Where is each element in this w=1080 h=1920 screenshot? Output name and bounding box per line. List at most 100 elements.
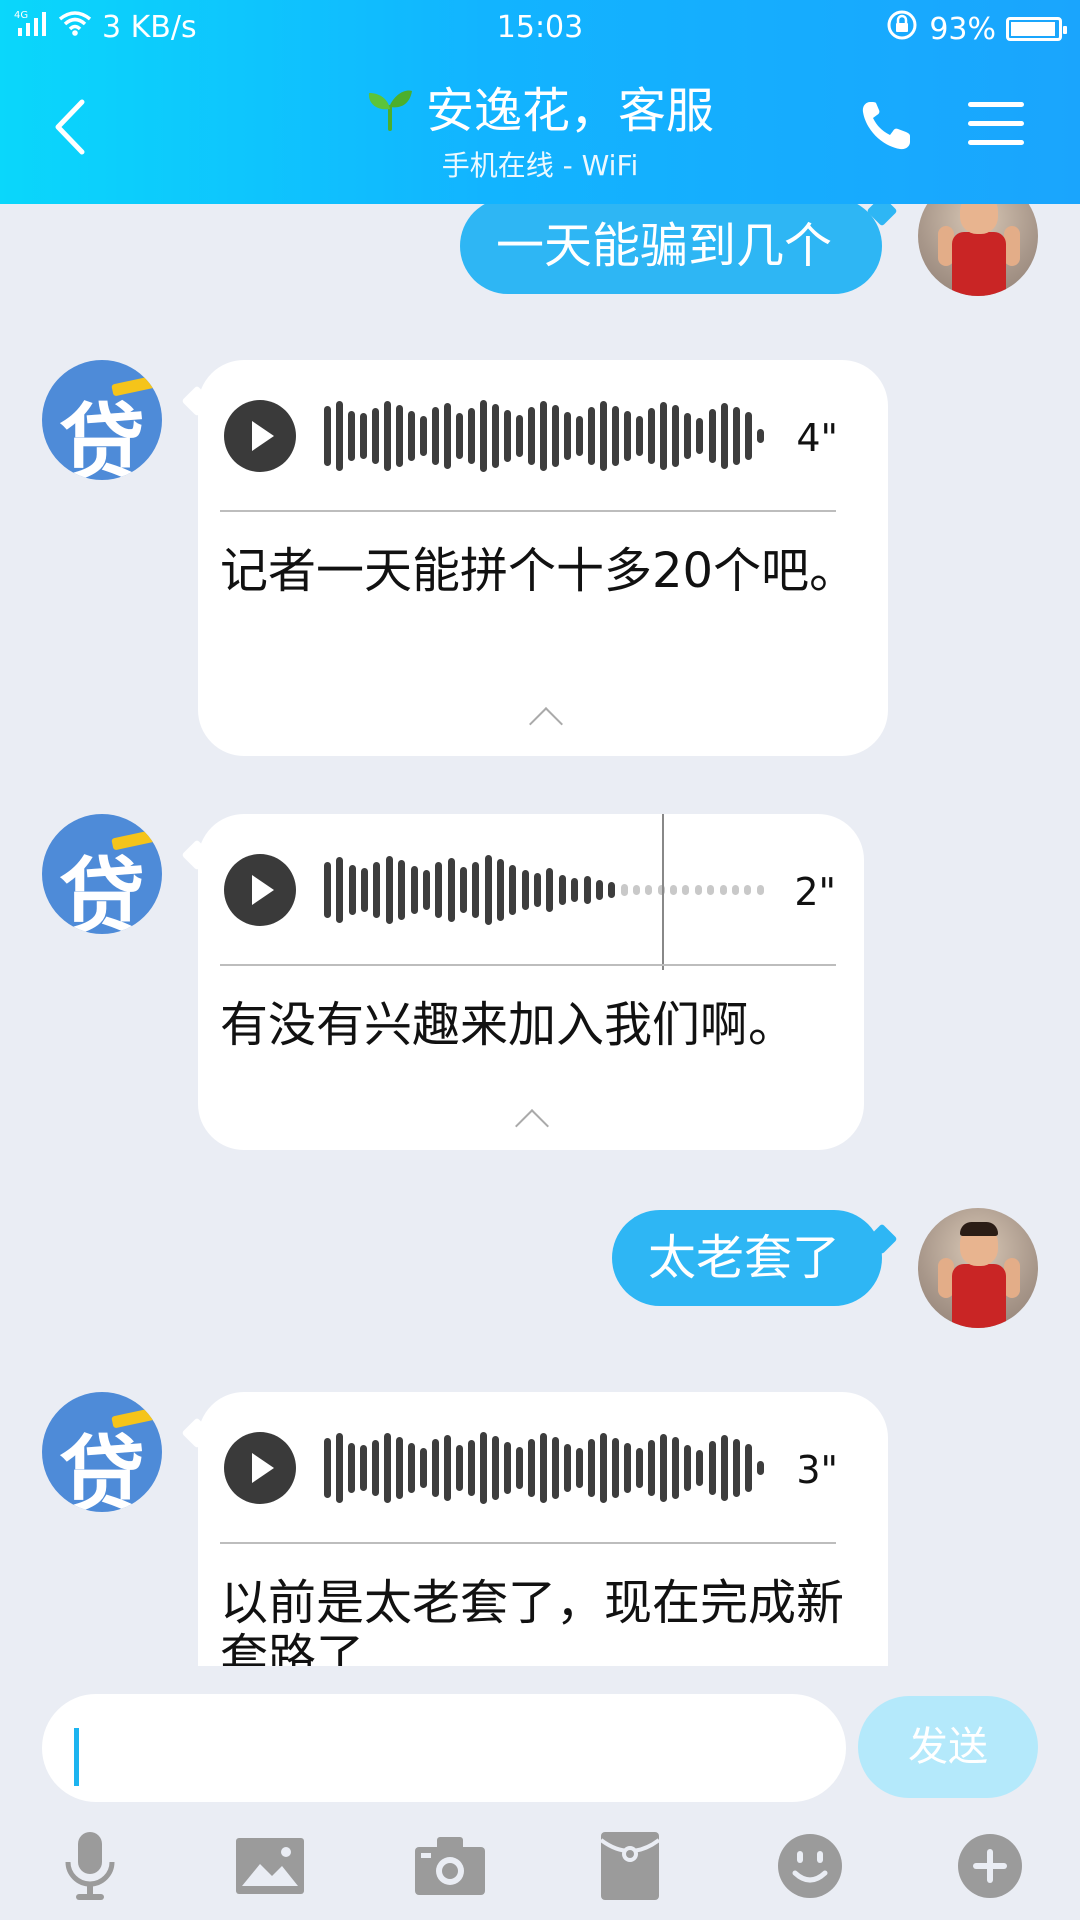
waveform-bar [660,402,668,470]
waveform-bar [348,1443,356,1493]
play-button[interactable] [224,400,296,472]
waveform-bar [684,1445,692,1491]
waveform-bar [612,406,620,466]
waveform-bar [396,1437,404,1499]
waveform-bar [552,1437,560,1499]
plus-icon [958,1834,1022,1898]
waveform-bar [672,1437,680,1499]
image-button[interactable] [230,1826,310,1906]
collapse-chevron-icon[interactable] [515,1109,549,1143]
voice-duration: 2" [794,870,836,914]
waveform-bar [636,416,644,456]
waveform-bar [608,882,616,898]
waveform-bar [528,407,536,465]
avatar[interactable] [918,1208,1038,1328]
waveform-bar [444,403,452,469]
waveform[interactable] [324,850,764,930]
voice-message-card[interactable]: 3" 以前是太老套了，现在完成新套路了 [198,1392,888,1666]
waveform-bar [408,411,416,461]
waveform-bar [696,418,704,454]
waveform-bar [694,885,702,895]
waveform-bar [521,870,529,910]
voice-duration: 3" [796,1448,838,1492]
waveform-bar [744,1444,752,1492]
voice-duration: 4" [796,416,838,460]
avatar[interactable]: 贷 [42,360,162,480]
message-list[interactable]: 一天能骗到几个 贷 4" 记者一天能拼个十多20个吧。 贷 2" 有没有兴趣来加… [0,204,1080,1666]
waveform-bar [744,885,752,895]
waveform-bar [480,1432,488,1504]
avatar[interactable]: 贷 [42,1392,162,1512]
waveform-bar [504,1442,512,1494]
waveform-bar [472,862,480,918]
voice-message-card[interactable]: 4" 记者一天能拼个十多20个吧。 [198,360,888,756]
composer: 发送 [0,1666,1080,1920]
waveform[interactable] [324,396,764,476]
waveform-bar [546,868,554,912]
waveform-bar [420,416,428,456]
message-input[interactable] [42,1694,846,1802]
waveform-bar [720,1435,728,1501]
waveform-bar [372,408,380,464]
camera-icon [415,1837,485,1895]
waveform-bar [595,880,603,900]
waveform-bar [456,1445,464,1491]
waveform-bar [516,1447,524,1489]
chat-title[interactable]: 安逸花，客服 [0,82,1080,144]
waveform-bar [432,407,440,465]
message-text: 太老套了 [648,1230,841,1286]
waveform-bar [756,885,764,895]
waveform-bar [420,1448,428,1488]
waveform-bar [468,1440,476,1496]
waveform-bar [480,400,488,472]
image-icon [236,1838,304,1894]
waveform-bar [447,858,455,922]
battery-percent: 93% [929,11,996,47]
voice-message-card[interactable]: 2" 有没有兴趣来加入我们啊。 [198,814,864,1150]
waveform-bar [410,866,418,914]
message-text: 一天能骗到几个 [496,218,833,274]
waveform-bar [600,401,608,471]
avatar[interactable] [918,204,1038,296]
waveform-bar [719,885,727,895]
collapse-chevron-icon[interactable] [529,707,563,741]
more-button[interactable] [950,1826,1030,1906]
waveform-bar [324,406,331,466]
waveform-bar [484,855,492,925]
waveform-bar [636,1448,644,1488]
voice-input-button[interactable] [50,1826,130,1906]
avatar[interactable]: 贷 [42,814,162,934]
waveform[interactable] [324,1428,764,1508]
waveform-bar [720,403,728,469]
waveform-bar [632,885,640,895]
play-button[interactable] [224,1432,296,1504]
waveform-bar [540,401,548,471]
waveform-bar [600,1433,608,1503]
waveform-bar [492,404,500,468]
waveform-bar [497,859,505,921]
playback-position[interactable] [662,814,664,970]
waveform-bar [612,1438,620,1498]
waveform-bar [648,408,656,464]
red-packet-button[interactable] [590,1826,670,1906]
message-bubble[interactable]: 太老套了 [612,1210,882,1306]
phone-icon [862,102,910,150]
send-button[interactable]: 发送 [858,1696,1038,1798]
waveform-bar [361,868,369,912]
waveform-bar [576,1448,584,1488]
waveform-bar [492,1436,500,1500]
menu-button[interactable] [968,102,1024,150]
call-button[interactable] [858,98,914,158]
waveform-bar [348,411,356,461]
emoji-button[interactable] [770,1826,850,1906]
message-bubble[interactable]: 一天能骗到几个 [460,204,882,294]
play-button[interactable] [224,854,296,926]
chat-header: 4G 3 KB/s 15:03 93% 安逸花，客服 手机在线 - WiFi [0,0,1080,204]
waveform-bar [648,1440,656,1496]
waveform-bar [684,413,692,459]
contact-name: 安逸花，客服 [425,83,714,139]
camera-button[interactable] [410,1826,490,1906]
waveform-bar [509,865,517,915]
waveform-bar [372,1440,380,1496]
waveform-bar [528,1439,536,1497]
